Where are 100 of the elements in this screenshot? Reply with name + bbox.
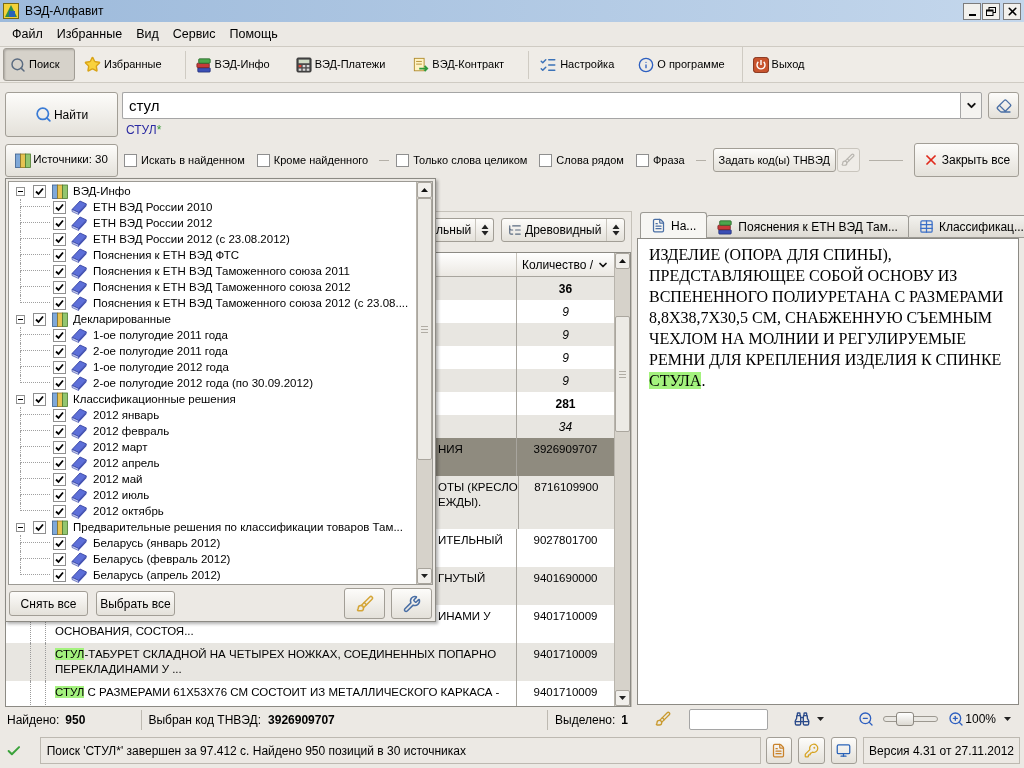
scroll-down-button[interactable] xyxy=(615,690,630,706)
tree-item-label[interactable]: 2012 июль xyxy=(93,488,150,502)
tree-item-label[interactable]: ЕТН ВЭД России 2012 (с 23.08.2012) xyxy=(93,232,290,246)
edit-button[interactable] xyxy=(765,737,793,764)
checkbox[interactable] xyxy=(53,552,66,566)
table-row[interactable]: СТУЛ-ТАБУРЕТ СКЛАДНОЙ НА ЧЕТЫРЕХ НОЖКАХ, СОЕДИНЕННЫХ ПОПАРНО ПЕРЕКЛАДИНАМИ У ... 9401710009 xyxy=(6,643,614,681)
table-scrollbar[interactable] xyxy=(614,253,630,706)
display-button[interactable] xyxy=(830,737,858,764)
tree-group-label[interactable]: ВЭД-Инфо xyxy=(73,184,131,198)
select-all-button[interactable]: Выбрать все xyxy=(96,591,175,616)
checkbox[interactable] xyxy=(256,153,270,167)
tree-item-label[interactable]: 2012 май xyxy=(93,472,143,486)
checkbox[interactable] xyxy=(33,184,46,198)
checkbox[interactable] xyxy=(53,296,66,310)
close-all-button[interactable]: Закрыть все xyxy=(914,143,1019,177)
checkbox[interactable] xyxy=(53,568,66,582)
find-button[interactable]: Найти xyxy=(5,92,118,137)
minimize-button[interactable] xyxy=(963,2,981,20)
tree-item-label[interactable]: 2012 март xyxy=(93,440,148,454)
checkbox[interactable] xyxy=(53,328,66,342)
checkbox[interactable] xyxy=(53,376,66,390)
tab[interactable]: Классификац... xyxy=(907,215,1024,238)
tab[interactable]: На... xyxy=(640,212,708,238)
tree-item-label[interactable]: ЕТН ВЭД России 2012 xyxy=(93,216,213,230)
checkbox[interactable] xyxy=(396,153,410,167)
checkbox[interactable] xyxy=(539,153,553,167)
expander[interactable] xyxy=(16,394,25,404)
restore-button[interactable] xyxy=(982,2,1000,20)
toolbar-button[interactable]: ВЭД-Платежи xyxy=(291,48,390,81)
scroll-thumb[interactable] xyxy=(417,198,432,460)
toolbar-button[interactable]: Избранные xyxy=(80,48,166,81)
clear-search-button[interactable] xyxy=(988,92,1019,119)
checkbox[interactable] xyxy=(53,408,66,422)
set-code-button[interactable]: Задать код(ы) ТНВЭД xyxy=(712,148,836,172)
toolbar-button[interactable]: ВЭД-Контракт xyxy=(409,48,509,81)
checkbox[interactable] xyxy=(53,536,66,550)
toolbar-button[interactable]: ВЭД-Инфо xyxy=(191,48,274,81)
checkbox[interactable] xyxy=(33,392,46,406)
sort-dropdown[interactable]: льный xyxy=(434,218,494,242)
tree-item-label[interactable]: 1-ое полугодие 2011 года xyxy=(93,328,228,342)
tree-item-label[interactable]: 2012 апрель xyxy=(93,456,160,470)
checkbox[interactable] xyxy=(53,200,66,214)
close-button[interactable] xyxy=(1003,2,1021,20)
tree-item-label[interactable]: Беларусь (январь 2012) xyxy=(93,536,221,550)
view-dropdown[interactable]: Древовидный xyxy=(501,218,625,242)
keys-button[interactable] xyxy=(798,737,825,764)
tab[interactable]: Пояснения к ЕТН ВЭД Там... xyxy=(706,215,909,238)
expander[interactable] xyxy=(16,314,25,324)
tree-item-label[interactable]: Беларусь (апрель 2012) xyxy=(93,568,221,582)
tree-item-label[interactable]: 2012 январь xyxy=(93,408,160,422)
toolbar-button[interactable]: Настройка xyxy=(535,48,619,81)
slider-thumb[interactable] xyxy=(895,712,914,726)
tree-item-label[interactable]: 1-ое полугодие 2012 года xyxy=(93,360,229,374)
tree-item-label[interactable]: 2-ое полугодие 2012 года (по 30.09.2012) xyxy=(93,376,314,390)
menu-item[interactable]: Избранные xyxy=(49,23,130,45)
checkbox[interactable] xyxy=(53,440,66,454)
checkbox[interactable] xyxy=(53,472,66,486)
tree-item-label[interactable]: 2012 октябрь xyxy=(93,504,164,518)
checkbox[interactable] xyxy=(53,232,66,246)
checkbox[interactable] xyxy=(53,360,66,374)
checkbox[interactable] xyxy=(53,280,66,294)
checkbox[interactable] xyxy=(53,264,66,278)
checkbox[interactable] xyxy=(53,488,66,502)
tree-item-label[interactable]: ЕТН ВЭД России 2010 xyxy=(93,200,213,214)
tree-item-label[interactable]: Пояснения к ЕТН ВЭД ФТС xyxy=(93,248,239,262)
checkbox[interactable] xyxy=(53,216,66,230)
tree-item-label[interactable]: Беларусь (февраль 2012) xyxy=(93,552,231,566)
checkbox[interactable] xyxy=(53,456,66,470)
menu-item[interactable]: Помощь xyxy=(222,23,285,45)
checkbox[interactable] xyxy=(53,424,66,438)
settings-button[interactable] xyxy=(391,588,432,619)
sources-button[interactable]: Источники: 30 xyxy=(5,143,118,177)
checkbox[interactable] xyxy=(33,312,46,326)
tree-group-label[interactable]: Декларированные xyxy=(73,312,171,326)
checkbox[interactable] xyxy=(635,153,649,167)
expander[interactable] xyxy=(16,522,25,532)
clear-button[interactable] xyxy=(344,588,385,619)
search-field[interactable]: стул xyxy=(122,92,960,119)
menu-item[interactable]: Сервис xyxy=(165,23,223,45)
find-field[interactable] xyxy=(688,708,769,730)
tree-item-label[interactable]: Пояснения к ЕТН ВЭД Таможенного союза 2011 xyxy=(93,264,350,278)
scroll-thumb[interactable] xyxy=(615,316,630,432)
menu-item[interactable]: Файл xyxy=(5,23,50,45)
scroll-down-button[interactable] xyxy=(417,568,432,584)
tree-group-label[interactable]: Классификационные решения xyxy=(73,392,236,406)
tree-item-label[interactable]: 2012 февраль xyxy=(93,424,170,438)
checkbox[interactable] xyxy=(33,520,46,534)
deselect-all-button[interactable]: Снять все xyxy=(9,591,88,616)
expander[interactable] xyxy=(16,186,25,196)
dropdown-button[interactable] xyxy=(960,92,982,119)
toolbar-button[interactable]: Выход xyxy=(748,48,809,81)
tree-scrollbar[interactable] xyxy=(416,182,432,584)
scroll-up-button[interactable] xyxy=(417,182,432,198)
checkbox[interactable] xyxy=(53,504,66,518)
checkbox[interactable] xyxy=(53,248,66,262)
tree-item-label[interactable]: Пояснения к ЕТН ВЭД Таможенного союза 2012 xyxy=(93,280,351,294)
tree-item-label[interactable]: Пояснения к ЕТН ВЭД Таможенного союза 2012 (с 23.08.... xyxy=(93,296,409,310)
menu-item[interactable]: Вид xyxy=(129,23,166,45)
tree-group-label[interactable]: Предварительные решения по классификации товаров Там... xyxy=(73,520,403,534)
scroll-up-button[interactable] xyxy=(615,253,630,269)
